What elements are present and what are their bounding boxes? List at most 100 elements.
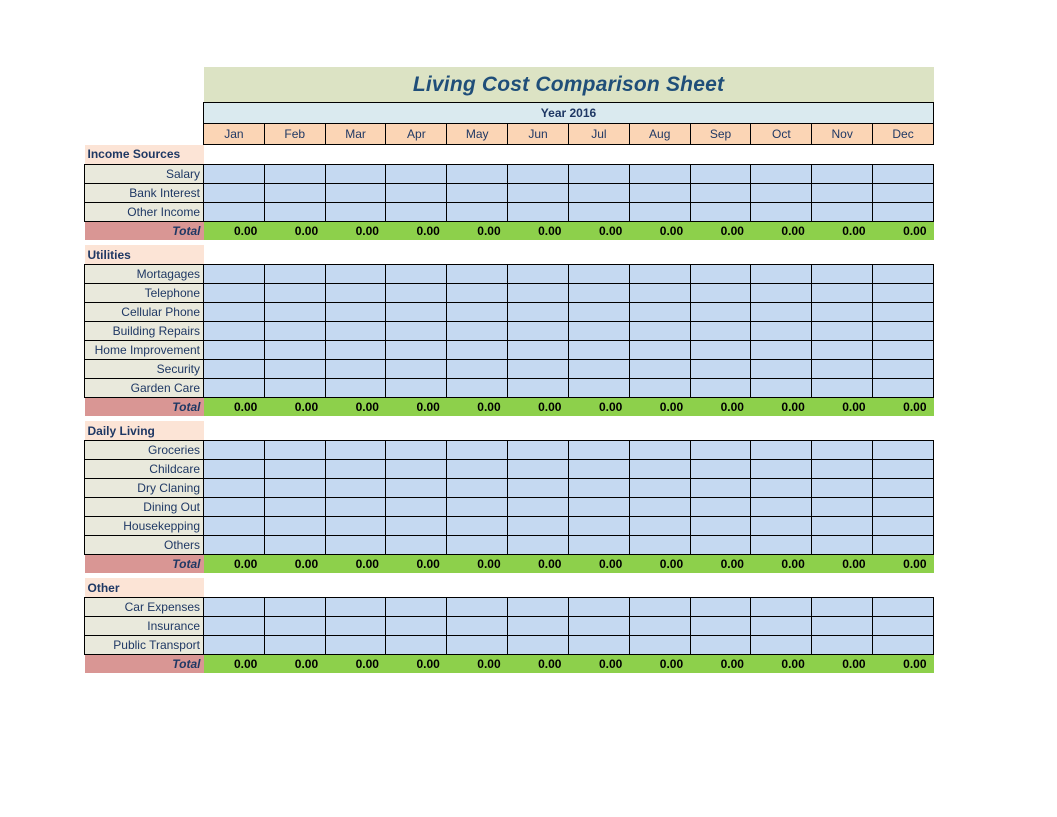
cell-cellular-phone-aug[interactable] xyxy=(628,302,691,322)
cell-childcare-oct[interactable] xyxy=(750,459,813,479)
cell-home-improvement-jun[interactable] xyxy=(507,340,569,360)
cell-car-expenses-sep[interactable] xyxy=(689,597,752,617)
cell-dry-claning-feb[interactable] xyxy=(263,478,326,498)
cell-bank-interest-dec[interactable] xyxy=(872,183,934,203)
cell-other-income-jan[interactable] xyxy=(203,202,265,222)
cell-others-feb[interactable] xyxy=(263,535,326,555)
cell-salary-nov[interactable] xyxy=(811,164,874,184)
cell-bank-interest-jan[interactable] xyxy=(203,183,265,203)
cell-building-repairs-jun[interactable] xyxy=(507,321,569,341)
cell-cellular-phone-apr[interactable] xyxy=(385,302,448,322)
cell-telephone-aug[interactable] xyxy=(628,283,691,303)
cell-dining-out-mar[interactable] xyxy=(324,497,387,517)
cell-childcare-jan[interactable] xyxy=(203,459,265,479)
cell-groceries-mar[interactable] xyxy=(324,440,387,460)
cell-housekepping-mar[interactable] xyxy=(324,516,387,536)
cell-security-jan[interactable] xyxy=(203,359,265,379)
cell-mortagages-jan[interactable] xyxy=(203,264,265,284)
cell-other-income-aug[interactable] xyxy=(628,202,691,222)
cell-insurance-nov[interactable] xyxy=(811,616,874,636)
cell-insurance-apr[interactable] xyxy=(385,616,448,636)
cell-dining-out-apr[interactable] xyxy=(385,497,448,517)
cell-home-improvement-jan[interactable] xyxy=(203,340,265,360)
cell-car-expenses-jul[interactable] xyxy=(567,597,630,617)
cell-dining-out-dec[interactable] xyxy=(872,497,934,517)
cell-bank-interest-feb[interactable] xyxy=(263,183,326,203)
cell-salary-dec[interactable] xyxy=(872,164,934,184)
cell-public-transport-dec[interactable] xyxy=(872,635,934,655)
cell-dry-claning-sep[interactable] xyxy=(689,478,752,498)
cell-dining-out-jan[interactable] xyxy=(203,497,265,517)
cell-mortagages-dec[interactable] xyxy=(872,264,934,284)
cell-groceries-jan[interactable] xyxy=(203,440,265,460)
cell-insurance-jan[interactable] xyxy=(203,616,265,636)
cell-dry-claning-dec[interactable] xyxy=(872,478,934,498)
cell-building-repairs-dec[interactable] xyxy=(872,321,934,341)
cell-others-apr[interactable] xyxy=(385,535,448,555)
cell-garden-care-apr[interactable] xyxy=(385,378,448,398)
cell-telephone-dec[interactable] xyxy=(872,283,934,303)
cell-security-jul[interactable] xyxy=(567,359,630,379)
cell-others-jun[interactable] xyxy=(507,535,569,555)
cell-dry-claning-jul[interactable] xyxy=(567,478,630,498)
cell-garden-care-jun[interactable] xyxy=(507,378,569,398)
cell-groceries-jul[interactable] xyxy=(567,440,630,460)
cell-groceries-nov[interactable] xyxy=(811,440,874,460)
cell-mortagages-aug[interactable] xyxy=(628,264,691,284)
cell-car-expenses-oct[interactable] xyxy=(750,597,813,617)
cell-car-expenses-nov[interactable] xyxy=(811,597,874,617)
cell-housekepping-jan[interactable] xyxy=(203,516,265,536)
cell-others-jan[interactable] xyxy=(203,535,265,555)
cell-salary-aug[interactable] xyxy=(628,164,691,184)
cell-public-transport-apr[interactable] xyxy=(385,635,448,655)
cell-salary-sep[interactable] xyxy=(689,164,752,184)
cell-mortagages-oct[interactable] xyxy=(750,264,813,284)
cell-public-transport-jan[interactable] xyxy=(203,635,265,655)
cell-security-dec[interactable] xyxy=(872,359,934,379)
cell-mortagages-mar[interactable] xyxy=(324,264,387,284)
cell-car-expenses-jan[interactable] xyxy=(203,597,265,617)
cell-home-improvement-aug[interactable] xyxy=(628,340,691,360)
cell-building-repairs-nov[interactable] xyxy=(811,321,874,341)
cell-dining-out-aug[interactable] xyxy=(628,497,691,517)
cell-insurance-jun[interactable] xyxy=(507,616,569,636)
cell-housekepping-jun[interactable] xyxy=(507,516,569,536)
cell-cellular-phone-jun[interactable] xyxy=(507,302,569,322)
cell-cellular-phone-nov[interactable] xyxy=(811,302,874,322)
cell-childcare-may[interactable] xyxy=(446,459,509,479)
cell-home-improvement-jul[interactable] xyxy=(567,340,630,360)
cell-building-repairs-apr[interactable] xyxy=(385,321,448,341)
cell-cellular-phone-feb[interactable] xyxy=(263,302,326,322)
cell-childcare-apr[interactable] xyxy=(385,459,448,479)
cell-security-oct[interactable] xyxy=(750,359,813,379)
cell-salary-jul[interactable] xyxy=(567,164,630,184)
cell-others-aug[interactable] xyxy=(628,535,691,555)
cell-others-sep[interactable] xyxy=(689,535,752,555)
cell-dining-out-may[interactable] xyxy=(446,497,509,517)
cell-bank-interest-sep[interactable] xyxy=(689,183,752,203)
cell-other-income-jul[interactable] xyxy=(567,202,630,222)
cell-insurance-jul[interactable] xyxy=(567,616,630,636)
cell-salary-mar[interactable] xyxy=(324,164,387,184)
cell-groceries-apr[interactable] xyxy=(385,440,448,460)
cell-dining-out-jun[interactable] xyxy=(507,497,569,517)
cell-bank-interest-nov[interactable] xyxy=(811,183,874,203)
cell-bank-interest-aug[interactable] xyxy=(628,183,691,203)
cell-dining-out-sep[interactable] xyxy=(689,497,752,517)
cell-public-transport-jun[interactable] xyxy=(507,635,569,655)
cell-telephone-feb[interactable] xyxy=(263,283,326,303)
cell-telephone-jun[interactable] xyxy=(507,283,569,303)
cell-public-transport-nov[interactable] xyxy=(811,635,874,655)
cell-other-income-apr[interactable] xyxy=(385,202,448,222)
cell-groceries-aug[interactable] xyxy=(628,440,691,460)
cell-housekepping-sep[interactable] xyxy=(689,516,752,536)
cell-security-nov[interactable] xyxy=(811,359,874,379)
cell-bank-interest-apr[interactable] xyxy=(385,183,448,203)
cell-home-improvement-sep[interactable] xyxy=(689,340,752,360)
cell-telephone-nov[interactable] xyxy=(811,283,874,303)
cell-cellular-phone-jan[interactable] xyxy=(203,302,265,322)
cell-telephone-apr[interactable] xyxy=(385,283,448,303)
cell-public-transport-aug[interactable] xyxy=(628,635,691,655)
cell-others-dec[interactable] xyxy=(872,535,934,555)
cell-home-improvement-oct[interactable] xyxy=(750,340,813,360)
